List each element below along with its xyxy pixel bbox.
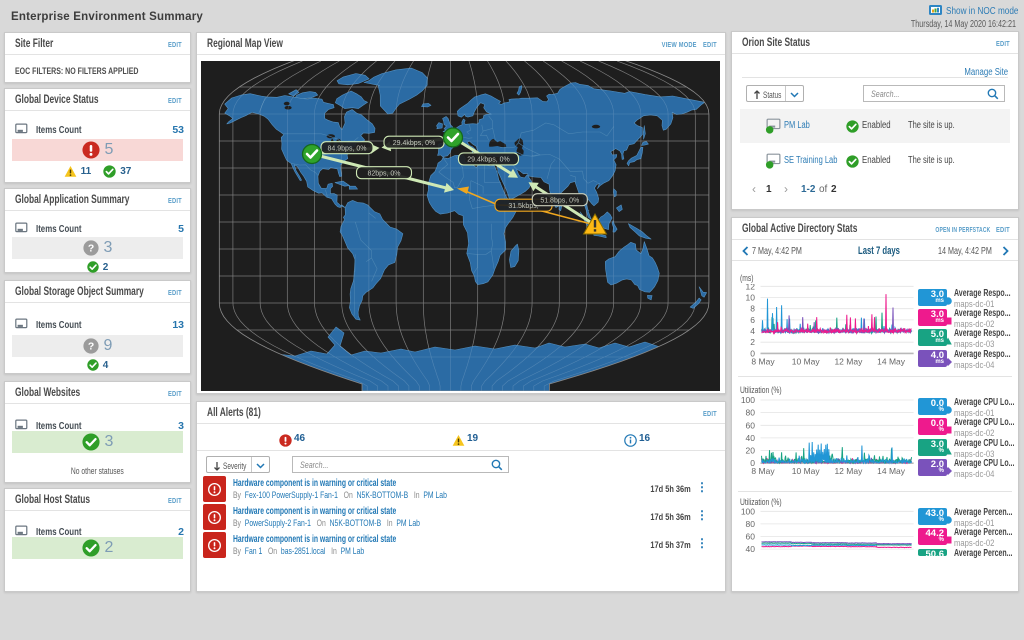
- svg-text:14 May: 14 May: [877, 466, 906, 476]
- svg-text:80: 80: [746, 408, 756, 418]
- svg-text:80: 80: [746, 519, 756, 529]
- svg-text:8 May: 8 May: [751, 466, 775, 476]
- svg-text:8: 8: [750, 304, 755, 314]
- svg-text:82bps, 0%: 82bps, 0%: [367, 170, 400, 177]
- svg-text:12 May: 12 May: [834, 466, 863, 476]
- svg-text:12 May: 12 May: [834, 356, 863, 366]
- svg-text:60: 60: [746, 532, 756, 542]
- svg-text:4: 4: [750, 326, 755, 336]
- svg-text:100: 100: [741, 506, 755, 516]
- svg-text:20: 20: [746, 446, 756, 456]
- svg-text:?: ?: [87, 244, 93, 255]
- svg-text:10 May: 10 May: [792, 466, 821, 476]
- svg-text:100: 100: [741, 397, 755, 405]
- svg-text:84.9bps, 0%: 84.9bps, 0%: [328, 145, 367, 152]
- svg-text:29.4kbps, 0%: 29.4kbps, 0%: [393, 140, 435, 147]
- svg-text:40: 40: [746, 544, 756, 554]
- svg-text:10 May: 10 May: [792, 356, 821, 366]
- svg-text:12: 12: [746, 284, 756, 291]
- svg-text:2: 2: [750, 337, 755, 347]
- svg-text:40: 40: [746, 433, 756, 443]
- svg-text:51.8bps, 0%: 51.8bps, 0%: [540, 197, 579, 204]
- svg-text:8 May: 8 May: [751, 356, 775, 366]
- svg-text:6: 6: [750, 315, 755, 325]
- svg-text:14 May: 14 May: [877, 356, 906, 366]
- svg-text:?: ?: [87, 342, 93, 353]
- svg-text:29.4kbps, 0%: 29.4kbps, 0%: [467, 157, 509, 164]
- svg-text:60: 60: [746, 420, 756, 430]
- svg-text:10: 10: [746, 293, 756, 303]
